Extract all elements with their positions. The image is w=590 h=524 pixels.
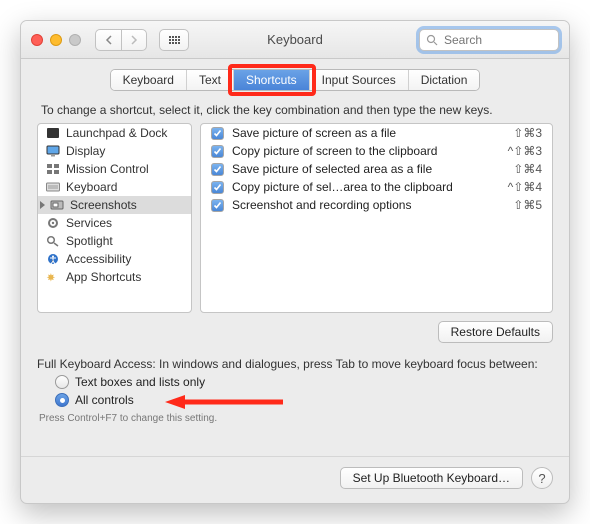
fka-option-allcontrols[interactable]: All controls: [55, 393, 553, 407]
launchpad-icon: [46, 127, 60, 139]
mission-icon: [46, 163, 60, 175]
category-label: Launchpad & Dock: [66, 126, 167, 140]
shortcut-keys[interactable]: ^⇧⌘3: [508, 144, 542, 158]
footer-row: Set Up Bluetooth Keyboard… ?: [21, 456, 569, 489]
zoom-icon[interactable]: [69, 34, 81, 46]
tabs: KeyboardTextShortcutsInput SourcesDictat…: [110, 69, 481, 91]
category-label: Mission Control: [66, 162, 149, 176]
grid-icon: [169, 36, 180, 44]
category-mission-control[interactable]: Mission Control: [38, 160, 191, 178]
tabs-row: KeyboardTextShortcutsInput SourcesDictat…: [37, 69, 553, 91]
instructions-text: To change a shortcut, select it, click t…: [41, 103, 553, 117]
category-label: Accessibility: [66, 252, 131, 266]
checkbox[interactable]: [211, 127, 224, 140]
panels: Launchpad & Dock Display Mission Control Ke…: [37, 123, 553, 313]
annotation-arrow: [165, 394, 285, 410]
app-icon: [46, 271, 60, 283]
checkbox[interactable]: [211, 181, 224, 194]
category-services[interactable]: Services: [38, 214, 191, 232]
window-controls: [31, 34, 81, 46]
radio-icon: [55, 393, 69, 407]
spotlight-icon: [46, 235, 60, 247]
category-list[interactable]: Launchpad & Dock Display Mission Control Ke…: [37, 123, 192, 313]
checkbox[interactable]: [211, 163, 224, 176]
checkbox[interactable]: [211, 199, 224, 212]
category-keyboard[interactable]: Keyboard: [38, 178, 191, 196]
shortcut-keys[interactable]: ⇧⌘4: [513, 162, 542, 176]
shortcut-keys[interactable]: ^⇧⌘4: [508, 180, 542, 194]
titlebar: Keyboard: [21, 21, 569, 59]
shortcut-label: Copy picture of sel…area to the clipboar…: [232, 180, 500, 194]
tab-input-sources[interactable]: Input Sources: [310, 70, 409, 90]
tab-keyboard[interactable]: Keyboard: [111, 70, 187, 90]
category-label: Services: [66, 216, 112, 230]
category-label: Keyboard: [66, 180, 117, 194]
tab-dictation[interactable]: Dictation: [409, 70, 480, 90]
category-accessibility[interactable]: Accessibility: [38, 250, 191, 268]
accessibility-icon: [46, 253, 60, 265]
radio-icon: [55, 375, 69, 389]
search-field[interactable]: [419, 29, 559, 51]
category-label: Spotlight: [66, 234, 113, 248]
tab-shortcuts[interactable]: Shortcuts: [234, 70, 310, 90]
back-button[interactable]: [95, 29, 121, 51]
content-area: KeyboardTextShortcutsInput SourcesDictat…: [21, 59, 569, 503]
restore-row: Restore Defaults: [37, 321, 553, 343]
category-screenshots[interactable]: Screenshots: [38, 196, 191, 214]
category-display[interactable]: Display: [38, 142, 191, 160]
screenshots-icon: [50, 199, 64, 211]
fka-option-label: Text boxes and lists only: [75, 375, 205, 389]
fka-description: Full Keyboard Access: In windows and dia…: [37, 357, 553, 371]
search-icon: [426, 34, 438, 46]
category-app-shortcuts[interactable]: App Shortcuts: [38, 268, 191, 286]
shortcut-row[interactable]: Copy picture of sel…area to the clipboar…: [201, 178, 552, 196]
shortcut-label: Screenshot and recording options: [232, 198, 505, 212]
category-label: App Shortcuts: [66, 270, 141, 284]
checkbox[interactable]: [211, 145, 224, 158]
shortcut-label: Copy picture of screen to the clipboard: [232, 144, 500, 158]
shortcut-keys[interactable]: ⇧⌘5: [513, 198, 542, 212]
minimize-icon[interactable]: [50, 34, 62, 46]
fka-option-textboxes[interactable]: Text boxes and lists only: [55, 375, 553, 389]
category-spotlight[interactable]: Spotlight: [38, 232, 191, 250]
display-icon: [46, 145, 60, 157]
shortcut-row[interactable]: Save picture of screen as a file ⇧⌘3: [201, 124, 552, 142]
shortcut-list[interactable]: Save picture of screen as a file ⇧⌘3 Copy …: [200, 123, 553, 313]
tab-text[interactable]: Text: [187, 70, 234, 90]
nav-buttons: [95, 29, 147, 51]
forward-button[interactable]: [121, 29, 147, 51]
category-launchpad-dock[interactable]: Launchpad & Dock: [38, 124, 191, 142]
close-icon[interactable]: [31, 34, 43, 46]
category-label: Display: [66, 144, 105, 158]
help-button[interactable]: ?: [531, 467, 553, 489]
fka-option-label: All controls: [75, 393, 134, 407]
restore-defaults-button[interactable]: Restore Defaults: [438, 321, 553, 343]
bluetooth-keyboard-button[interactable]: Set Up Bluetooth Keyboard…: [340, 467, 523, 489]
search-input[interactable]: [442, 32, 552, 48]
shortcut-row[interactable]: Save picture of selected area as a file ⇧…: [201, 160, 552, 178]
preferences-window: Keyboard KeyboardTextShortcutsInput Sour…: [20, 20, 570, 504]
fka-hint: Press Control+F7 to change this setting.: [39, 413, 553, 424]
shortcut-keys[interactable]: ⇧⌘3: [513, 126, 542, 140]
shortcut-label: Save picture of screen as a file: [232, 126, 505, 140]
shortcut-row[interactable]: Copy picture of screen to the clipboard ^…: [201, 142, 552, 160]
keyboard-icon: [46, 181, 60, 193]
services-icon: [46, 217, 60, 229]
show-all-button[interactable]: [159, 29, 189, 51]
shortcut-row[interactable]: Screenshot and recording options ⇧⌘5: [201, 196, 552, 214]
shortcut-label: Save picture of selected area as a file: [232, 162, 505, 176]
category-label: Screenshots: [70, 198, 137, 212]
